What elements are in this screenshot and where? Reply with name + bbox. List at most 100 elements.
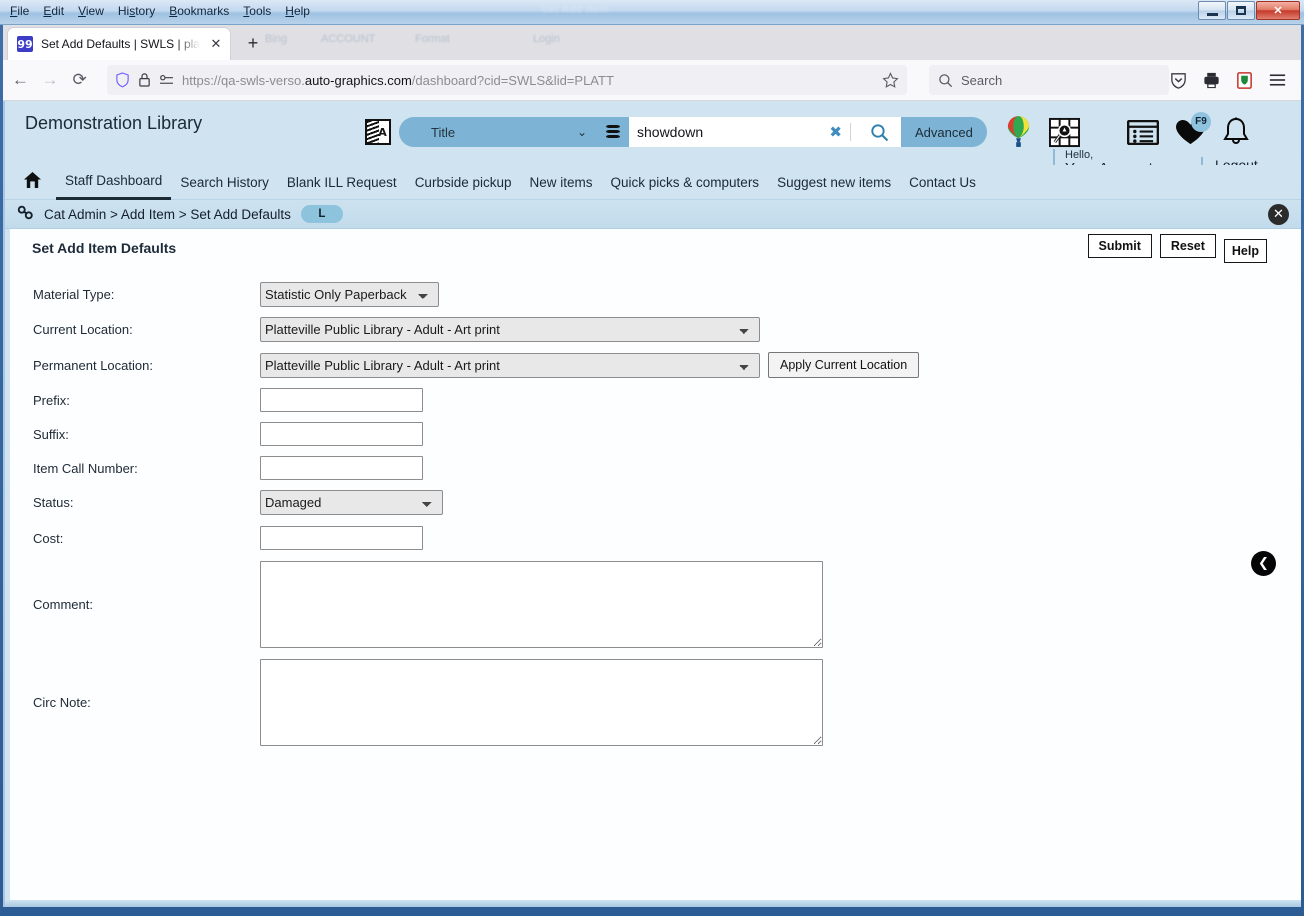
minimize-button[interactable] <box>1198 1 1226 20</box>
new-tab-button[interactable]: + <box>241 33 265 55</box>
cost-input[interactable] <box>260 526 423 550</box>
breadcrumb[interactable]: Cat Admin > Add Item > Set Add Defaults <box>44 207 291 222</box>
row-cost: Cost: <box>10 520 1301 556</box>
translate-icon[interactable]: A <box>365 119 391 145</box>
print-icon[interactable] <box>1202 71 1221 90</box>
reset-button[interactable]: Reset <box>1159 234 1216 258</box>
apply-current-location-button[interactable]: Apply Current Location <box>768 352 920 378</box>
search-query-value: showdown <box>637 124 704 140</box>
row-current-location: Current Location: Platteville Public Lib… <box>10 312 1301 347</box>
label-prefix: Prefix: <box>33 392 70 408</box>
row-comment: Comment: <box>10 556 1301 652</box>
suffix-input[interactable] <box>260 422 423 446</box>
bell-icon[interactable] <box>1222 117 1250 147</box>
map-search-icon[interactable] <box>1048 117 1081 148</box>
tab-close-icon[interactable]: ✕ <box>208 36 224 52</box>
catalog-search-bar: A Title ⌄ showdown ✖ Advanced <box>365 114 987 150</box>
comment-textarea[interactable] <box>260 560 823 648</box>
status-select[interactable]: Damaged <box>260 490 443 515</box>
list-view-icon[interactable] <box>1127 119 1159 145</box>
row-item-call-number: Item Call Number: <box>10 451 1301 485</box>
web-page: Demonstration Library A Title ⌄ showdown… <box>3 101 1301 907</box>
ghost-bookmark-3: Format <box>415 33 450 45</box>
label-cost: Cost: <box>33 530 64 546</box>
ghost-bookmark-4: Login <box>533 33 560 45</box>
browser-search-bar[interactable]: Search <box>929 65 1170 95</box>
row-prefix: Prefix: <box>10 383 1301 417</box>
browser-chrome: 99 Set Add Defaults | SWLS | platt | ✕ +… <box>3 25 1301 101</box>
back-button[interactable]: ← <box>8 65 33 95</box>
row-material-type: Material Type: Statistic Only Paperback <box>10 277 1301 312</box>
menu-bookmarks[interactable]: Bookmarks <box>169 4 229 18</box>
current-location-select[interactable]: Platteville Public Library - Adult - Art… <box>260 317 760 342</box>
circ-note-textarea[interactable] <box>260 658 823 746</box>
forward-button[interactable]: → <box>38 65 63 95</box>
main-navigation: Staff Dashboard Search History Blank ILL… <box>5 165 1301 200</box>
nav-item-search-history[interactable]: Search History <box>171 165 278 200</box>
close-window-button[interactable]: ✕ <box>1256 1 1300 20</box>
database-icon[interactable] <box>597 117 629 147</box>
lock-icon[interactable] <box>138 72 151 88</box>
menu-help[interactable]: Help <box>285 4 310 18</box>
permissions-icon[interactable] <box>159 74 174 86</box>
breadcrumb-pill-badge[interactable]: L <box>300 205 343 223</box>
search-submit-button[interactable] <box>857 117 901 147</box>
tab-strip: 99 Set Add Defaults | SWLS | platt | ✕ +… <box>3 25 1301 60</box>
menu-edit[interactable]: Edit <box>43 4 64 18</box>
url-text: https://qa-swls-verso.auto-graphics.com/… <box>182 72 614 88</box>
nav-item-staff-dashboard[interactable]: Staff Dashboard <box>56 165 172 200</box>
browser-search-placeholder: Search <box>961 72 1003 88</box>
collapse-panel-arrow-icon[interactable]: ❮ <box>1251 551 1276 576</box>
search-divider <box>850 123 851 141</box>
menu-file[interactable]: FFileile <box>10 4 29 18</box>
maximize-button[interactable] <box>1227 1 1255 20</box>
submit-button[interactable]: Submit <box>1087 234 1152 258</box>
reload-button[interactable]: ⟳ <box>67 65 92 95</box>
item-call-number-input[interactable] <box>260 456 423 480</box>
page-title: Set Add Item Defaults <box>32 240 177 256</box>
label-current-location: Current Location: <box>33 322 133 337</box>
shield-icon[interactable] <box>115 72 130 88</box>
nav-item-suggest-new-items[interactable]: Suggest new items <box>768 165 900 200</box>
heart-shortcut-badge: F9 <box>1191 111 1211 132</box>
menu-view[interactable]: View <box>78 4 104 18</box>
permanent-location-select[interactable]: Platteville Public Library - Adult - Art… <box>260 352 760 378</box>
save-to-pocket-icon[interactable] <box>1169 71 1188 90</box>
ghost-bookmark-2: ACCOUNT <box>321 33 376 45</box>
form-action-buttons: Submit Reset Help <box>1087 234 1267 263</box>
menu-tools[interactable]: Tools <box>243 4 271 18</box>
search-scope-value: Title <box>431 124 456 140</box>
hamburger-menu-icon[interactable] <box>1268 72 1287 88</box>
hot-air-balloon-icon[interactable] <box>1005 115 1032 149</box>
tab-favicon-icon: 99 <box>17 36 33 52</box>
label-comment: Comment: <box>33 596 93 612</box>
material-type-select[interactable]: Statistic Only Paperback <box>260 282 439 307</box>
catalog-search-input[interactable]: showdown ✖ <box>629 117 857 147</box>
browser-tab[interactable]: 99 Set Add Defaults | SWLS | platt | ✕ <box>8 28 230 60</box>
window-ghost-title: Set Add Item <box>541 4 609 16</box>
nav-item-blank-ill-request[interactable]: Blank ILL Request <box>278 165 406 200</box>
star-icon[interactable] <box>882 71 899 89</box>
close-icon[interactable]: ✕ <box>1268 204 1289 225</box>
nav-item-curbside-pickup[interactable]: Curbside pickup <box>406 165 521 200</box>
extension-icon[interactable] <box>1235 71 1254 90</box>
menu-history[interactable]: History <box>118 4 155 18</box>
site-header: Demonstration Library A Title ⌄ showdown… <box>5 101 1301 178</box>
row-status: Status: Damaged <box>10 485 1301 520</box>
application-menu-bar: FFileile Edit View History Bookmarks Too… <box>0 0 310 21</box>
address-bar[interactable]: https://qa-swls-verso.auto-graphics.com/… <box>107 65 908 95</box>
favorites-heart-icon[interactable]: F9 <box>1175 111 1211 146</box>
prefix-input[interactable] <box>260 388 423 412</box>
home-icon[interactable] <box>23 171 42 193</box>
library-name: Demonstration Library <box>25 113 203 133</box>
help-button[interactable]: Help <box>1223 239 1267 263</box>
search-scope-select[interactable]: Title ⌄ <box>399 117 597 147</box>
label-item-call-number: Item Call Number: <box>33 460 138 476</box>
breadcrumb-bar: Cat Admin > Add Item > Set Add Defaults … <box>5 200 1301 229</box>
clear-search-icon[interactable]: ✖ <box>821 123 850 141</box>
nav-item-quick-picks-computers[interactable]: Quick picks & computers <box>602 165 769 200</box>
nav-item-contact-us[interactable]: Contact Us <box>900 165 985 200</box>
nav-item-new-items[interactable]: New items <box>521 165 602 200</box>
tab-title: Set Add Defaults | SWLS | platt | <box>41 37 200 51</box>
advanced-search-button[interactable]: Advanced <box>901 117 987 147</box>
